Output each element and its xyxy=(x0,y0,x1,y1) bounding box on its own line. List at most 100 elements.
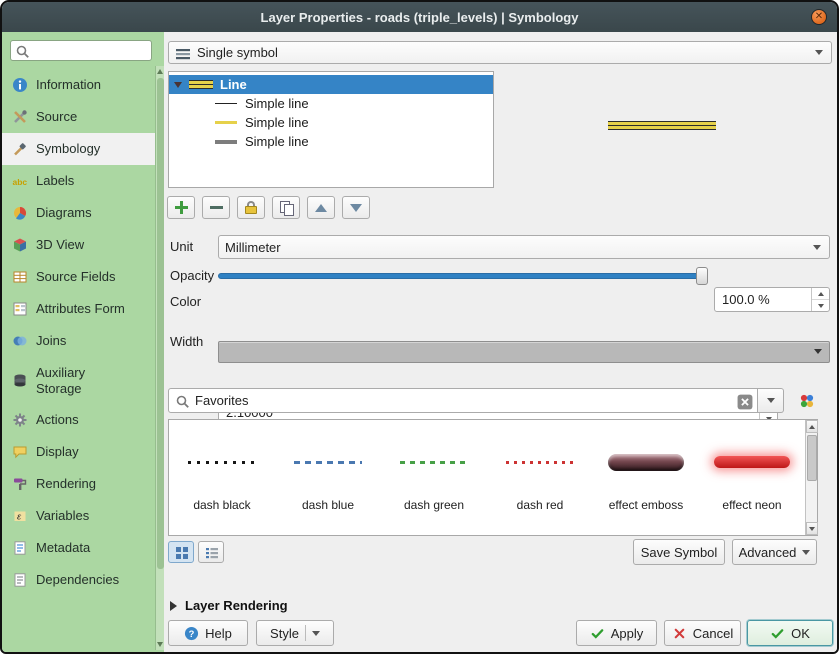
move-down-button[interactable] xyxy=(342,196,370,219)
sidebar-item-dependencies[interactable]: Dependencies xyxy=(2,564,164,596)
sidebar-item-attributes-form[interactable]: Attributes Form xyxy=(2,293,164,325)
tree-item-label: Simple line xyxy=(245,115,309,130)
color-button[interactable] xyxy=(218,341,830,363)
lock-color-button[interactable] xyxy=(237,196,265,219)
style-item-effect-neon[interactable]: effect neon xyxy=(699,420,805,535)
sidebar-item-auxiliary-storage[interactable]: Auxiliary Storage xyxy=(2,357,164,404)
save-symbol-label: Save Symbol xyxy=(641,545,718,560)
sidebar-search-input[interactable] xyxy=(32,44,147,58)
opacity-label: Opacity xyxy=(170,268,214,283)
move-up-button[interactable] xyxy=(307,196,335,219)
layer-properties-window: Layer Properties - roads (triple_levels)… xyxy=(0,0,839,654)
layer-rendering-section-header[interactable]: Layer Rendering xyxy=(170,598,288,613)
icon-view-toggle-button[interactable] xyxy=(168,541,194,563)
scroll-down-button[interactable] xyxy=(806,522,818,535)
slider-handle[interactable] xyxy=(696,267,708,285)
style-item-dash-black[interactable]: dash black xyxy=(169,420,275,535)
sidebar-item-labels[interactable]: abc Labels xyxy=(2,165,164,197)
sidebar-item-3d-view[interactable]: 3D View xyxy=(2,229,164,261)
opacity-slider[interactable] xyxy=(218,264,708,288)
sidebar-scrollbar[interactable] xyxy=(155,66,164,650)
sidebar-item-rendering[interactable]: Rendering xyxy=(2,468,164,500)
sidebar-item-joins[interactable]: Joins xyxy=(2,325,164,357)
chevron-down-icon xyxy=(767,398,775,403)
properties-sidebar: Information Source Symbology abc Labels … xyxy=(2,32,164,652)
scrollbar-thumb[interactable] xyxy=(157,78,164,569)
help-button[interactable]: ? Help xyxy=(168,620,248,646)
lock-icon xyxy=(245,201,257,214)
source-fields-icon xyxy=(12,269,28,285)
simple-line-black-icon xyxy=(215,103,237,104)
style-filter-dropdown-button[interactable] xyxy=(758,388,784,413)
symbol-preview xyxy=(608,121,716,130)
style-menu-button[interactable]: Style xyxy=(256,620,334,646)
window-title: Layer Properties - roads (triple_levels)… xyxy=(261,10,579,25)
style-item-dash-red[interactable]: dash red xyxy=(487,420,593,535)
style-item-label: dash blue xyxy=(302,498,354,512)
sidebar-item-symbology[interactable]: Symbology xyxy=(2,133,164,165)
ok-check-icon xyxy=(770,626,785,641)
separator xyxy=(305,625,306,641)
auxiliary-storage-icon xyxy=(12,373,28,389)
add-symbol-layer-button[interactable] xyxy=(167,196,195,219)
sidebar-item-label: Source xyxy=(36,109,77,125)
metadata-icon xyxy=(12,540,28,556)
symbol-type-combobox[interactable]: Single symbol xyxy=(168,41,832,64)
sidebar-item-metadata[interactable]: Metadata xyxy=(2,532,164,564)
advanced-label: Advanced xyxy=(739,545,797,560)
arrow-up-icon xyxy=(818,292,824,296)
sidebar-item-label: Display xyxy=(36,444,79,460)
tree-item-simple-line-1[interactable]: Simple line xyxy=(169,94,493,113)
search-icon xyxy=(15,44,28,57)
tree-item-simple-line-2[interactable]: Simple line xyxy=(169,113,493,132)
scroll-up-button[interactable] xyxy=(806,420,818,433)
remove-symbol-layer-button[interactable] xyxy=(202,196,230,219)
sidebar-search-box[interactable] xyxy=(10,40,152,61)
duplicate-symbol-layer-button[interactable] xyxy=(272,196,300,219)
spin-down-button[interactable] xyxy=(812,300,829,311)
apply-button[interactable]: Apply xyxy=(576,620,657,646)
expander-icon[interactable] xyxy=(174,82,182,88)
style-search-input[interactable] xyxy=(195,393,731,408)
style-search-box[interactable] xyxy=(168,388,758,413)
opacity-spinbox[interactable]: 100.0 % xyxy=(714,287,830,312)
window-titlebar[interactable]: Layer Properties - roads (triple_levels)… xyxy=(2,2,837,32)
style-item-dash-blue[interactable]: dash blue xyxy=(275,420,381,535)
scrollbar-thumb[interactable] xyxy=(807,435,817,481)
slider-track[interactable] xyxy=(218,273,708,279)
save-symbol-button[interactable]: Save Symbol xyxy=(633,539,725,565)
sidebar-item-source[interactable]: Source xyxy=(2,101,164,133)
style-item-label: effect emboss xyxy=(609,498,683,512)
layer-rendering-title: Layer Rendering xyxy=(185,598,288,613)
symbol-layer-toolbar xyxy=(167,196,370,219)
sidebar-item-source-fields[interactable]: Source Fields xyxy=(2,261,164,293)
sidebar-item-diagrams[interactable]: Diagrams xyxy=(2,197,164,229)
advanced-button[interactable]: Advanced xyxy=(732,539,817,565)
spin-up-button[interactable] xyxy=(812,288,829,300)
unit-combobox[interactable]: Millimeter xyxy=(218,235,830,259)
styles-scrollbar[interactable] xyxy=(805,420,817,535)
style-label: Style xyxy=(270,626,299,641)
tree-item-simple-line-3[interactable]: Simple line xyxy=(169,132,493,151)
style-item-effect-emboss[interactable]: effect emboss xyxy=(593,420,699,535)
sidebar-item-label: Auxiliary Storage xyxy=(36,365,130,396)
simple-line-yellow-icon xyxy=(215,121,237,124)
sidebar-item-variables[interactable]: ε Variables xyxy=(2,500,164,532)
scroll-up-icon xyxy=(157,69,163,74)
tree-item-label: Simple line xyxy=(245,134,309,149)
sidebar-item-display[interactable]: Display xyxy=(2,436,164,468)
arrow-down-icon xyxy=(809,527,815,531)
ok-button[interactable]: OK xyxy=(747,620,833,646)
style-manager-button[interactable] xyxy=(794,388,820,413)
style-item-dash-green[interactable]: dash green xyxy=(381,420,487,535)
sidebar-item-information[interactable]: Information xyxy=(2,69,164,101)
close-window-button[interactable]: ✕ xyxy=(811,9,827,25)
effect-emboss-preview xyxy=(608,454,684,471)
tree-item-line[interactable]: Line xyxy=(169,75,493,94)
sidebar-item-actions[interactable]: Actions xyxy=(2,404,164,436)
list-view-toggle-button[interactable] xyxy=(198,541,224,563)
sidebar-item-label: Diagrams xyxy=(36,205,92,221)
sidebar-item-label: 3D View xyxy=(36,237,84,253)
cancel-button[interactable]: Cancel xyxy=(664,620,741,646)
clear-search-icon[interactable] xyxy=(737,394,751,408)
